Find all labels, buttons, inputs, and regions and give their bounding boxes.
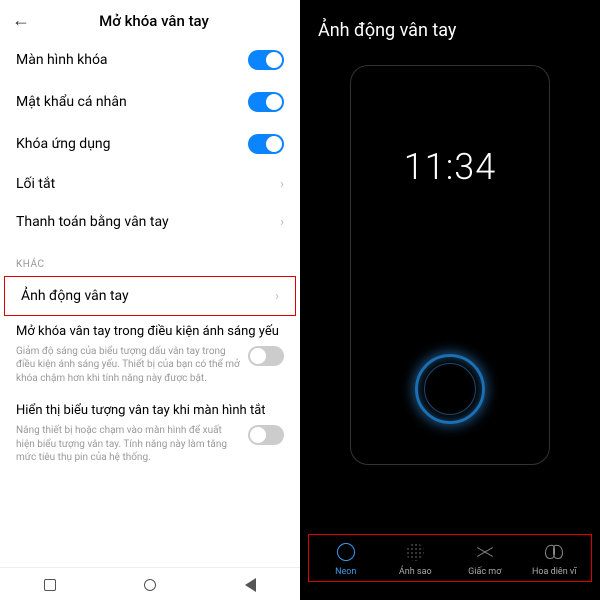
- recents-icon[interactable]: [44, 579, 56, 591]
- effect-label: Giấc mơ: [468, 567, 501, 577]
- effect-label: Neon: [335, 567, 356, 577]
- chevron-right-icon: ›: [280, 215, 284, 230]
- fingerprint-ring-icon: [415, 354, 485, 424]
- row-desc: Nâng thiết bị hoặc chạm vào màn hình để …: [16, 424, 284, 465]
- row-payment[interactable]: Thanh toán bằng vân tay ›: [0, 203, 300, 241]
- toggle-showicon[interactable]: [248, 425, 284, 445]
- effect-label: Ánh sao: [399, 567, 432, 577]
- butterfly-icon: [543, 541, 565, 563]
- row-title: Mở khóa vân tay trong điều kiện ánh sáng…: [16, 324, 284, 341]
- toggle-lockscreen[interactable]: [248, 50, 284, 70]
- row-password[interactable]: Mật khẩu cá nhân: [0, 81, 300, 123]
- row-label: Ảnh động vân tay: [21, 288, 129, 304]
- row-showicon[interactable]: Hiển thị biểu tượng vân tay khi màn hình…: [0, 395, 300, 474]
- row-label: Thanh toán bằng vân tay: [16, 214, 169, 230]
- row-label: Khóa ứng dụng: [16, 136, 111, 152]
- effect-dream[interactable]: Giấc mơ: [455, 541, 515, 577]
- section-other: KHÁC: [0, 241, 300, 276]
- neon-icon: [335, 541, 357, 563]
- settings-panel: ← Mở khóa vân tay Màn hình khóa Mật khẩu…: [0, 0, 300, 600]
- row-applock[interactable]: Khóa ứng dụng: [0, 123, 300, 165]
- row-title: Hiển thị biểu tượng vân tay khi màn hình…: [16, 403, 284, 420]
- header: ← Mở khóa vân tay: [0, 0, 300, 39]
- chevron-right-icon: ›: [280, 177, 284, 192]
- android-navbar: [0, 567, 300, 600]
- back-nav-icon[interactable]: [245, 578, 256, 592]
- dream-icon: [474, 541, 496, 563]
- effect-star[interactable]: Ánh sao: [385, 541, 445, 577]
- toggle-password[interactable]: [248, 92, 284, 112]
- toggle-applock[interactable]: [248, 134, 284, 154]
- home-icon[interactable]: [144, 579, 156, 591]
- phone-preview: 11:34: [300, 55, 600, 528]
- row-lockscreen[interactable]: Màn hình khóa: [0, 39, 300, 81]
- effects-bar: Neon Ánh sao Giấc mơ Hoa diên vĩ: [308, 534, 592, 582]
- effect-label: Hoa diên vĩ: [532, 567, 577, 577]
- row-label: Màn hình khóa: [16, 52, 108, 68]
- clock-text: 11:34: [351, 146, 549, 188]
- star-icon: [404, 541, 426, 563]
- animation-preview-panel: Ảnh động vân tay 11:34 Neon Ánh sao Giấc…: [300, 0, 600, 600]
- effect-butterfly[interactable]: Hoa diên vĩ: [524, 541, 584, 577]
- row-shortcut[interactable]: Lối tắt ›: [0, 165, 300, 203]
- row-desc: Giảm độ sáng của biểu tượng dấu vân tay …: [16, 345, 284, 386]
- row-fingerprint-animation[interactable]: Ảnh động vân tay ›: [4, 276, 296, 316]
- row-label: Mật khẩu cá nhân: [16, 94, 127, 110]
- row-lowlight[interactable]: Mở khóa vân tay trong điều kiện ánh sáng…: [0, 316, 300, 395]
- chevron-right-icon: ›: [275, 289, 279, 304]
- phone-frame: 11:34: [350, 65, 550, 465]
- page-title: Mở khóa vân tay: [20, 12, 288, 30]
- effect-neon[interactable]: Neon: [316, 541, 376, 577]
- toggle-lowlight[interactable]: [248, 346, 284, 366]
- page-title: Ảnh động vân tay: [300, 0, 600, 55]
- row-label: Lối tắt: [16, 176, 55, 192]
